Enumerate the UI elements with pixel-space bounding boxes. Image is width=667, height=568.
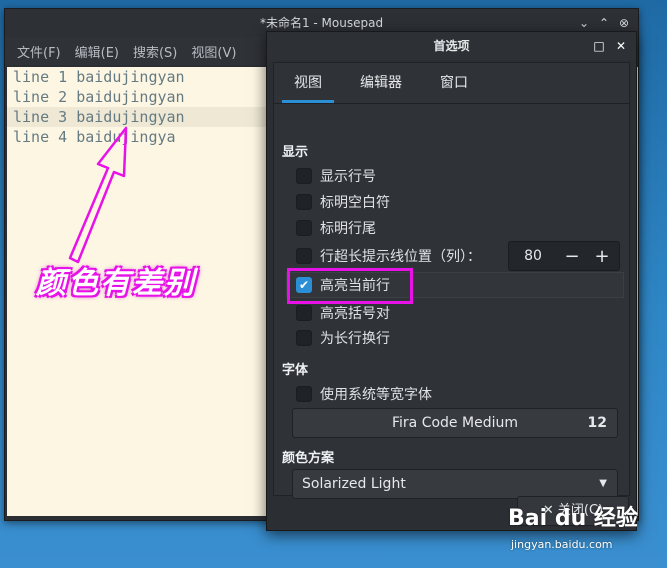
chevron-down-icon: ▼ [599, 478, 607, 489]
spinner-value[interactable]: 80 [509, 248, 557, 264]
menu-search[interactable]: 搜索(S) [133, 42, 177, 61]
option-word-wrap[interactable]: 为长行换行 [296, 327, 390, 349]
preferences-dialog: 首选项 □ ✕ 视图 编辑器 窗口 显示 显示行号 标明空白符 标明行尾 行超长… [266, 31, 637, 531]
baidu-jingyan-watermark: Bai du 经验 jingyan.baidu.com [508, 496, 658, 556]
selected-scheme: Solarized Light [302, 476, 406, 492]
font-size: 12 [587, 415, 607, 431]
option-label: 标明空白符 [320, 195, 390, 211]
option-label: 为长行换行 [320, 331, 390, 347]
annotation-text: 颜色有差别 [36, 266, 196, 301]
option-system-monospace[interactable]: 使用系统等宽字体 [296, 383, 432, 405]
option-label: 高亮括号对 [320, 306, 390, 322]
long-line-column-spinner[interactable]: 80 − + [508, 241, 620, 271]
menu-edit[interactable]: 编辑(E) [75, 42, 119, 61]
watermark-url: jingyan.baidu.com [511, 538, 613, 551]
option-show-line-numbers[interactable]: 显示行号 [296, 165, 376, 187]
option-long-line-margin[interactable]: 行超长提示线位置（列）： [296, 245, 481, 267]
option-show-whitespace[interactable]: 标明空白符 [296, 191, 390, 213]
font-name: Fira Code Medium [392, 415, 518, 431]
checkbox[interactable] [296, 194, 312, 210]
annotation-highlight-box [287, 268, 413, 304]
tab-view[interactable]: 视图 [282, 63, 334, 103]
menu-view[interactable]: 视图(V) [191, 42, 236, 61]
checkbox[interactable] [296, 330, 312, 346]
checkbox[interactable] [296, 305, 312, 321]
plus-icon[interactable]: + [587, 246, 617, 267]
option-label: 显示行号 [320, 169, 376, 185]
option-highlight-brackets[interactable]: 高亮括号对 [296, 302, 390, 324]
preferences-titlebar: 首选项 □ ✕ [267, 32, 636, 60]
section-color-scheme-title: 颜色方案 [282, 451, 335, 466]
checkbox[interactable] [296, 220, 312, 236]
option-show-line-endings[interactable]: 标明行尾 [296, 217, 376, 239]
color-scheme-select[interactable]: Solarized Light ▼ [292, 469, 618, 499]
maximize-icon[interactable]: □ [591, 32, 607, 60]
tab-divider [274, 103, 629, 104]
close-icon[interactable]: ✕ [613, 32, 629, 60]
tab-bar: 视图 编辑器 窗口 [274, 63, 629, 103]
option-label: 标明行尾 [320, 221, 376, 237]
tab-window[interactable]: 窗口 [428, 63, 480, 103]
preferences-body: 视图 编辑器 窗口 显示 显示行号 标明空白符 标明行尾 行超长提示线位置（列）… [273, 62, 630, 499]
option-label: 行超长提示线位置（列）： [320, 249, 481, 265]
font-chooser-button[interactable]: Fira Code Medium 12 [292, 408, 618, 438]
checkbox[interactable] [296, 168, 312, 184]
checkbox[interactable] [296, 248, 312, 264]
tab-editor[interactable]: 编辑器 [348, 63, 414, 103]
section-font-title: 字体 [282, 363, 309, 378]
dialog-title: 首选项 [433, 39, 470, 53]
section-display-title: 显示 [282, 145, 309, 160]
menu-file[interactable]: 文件(F) [17, 42, 61, 61]
checkbox[interactable] [296, 386, 312, 402]
option-label: 使用系统等宽字体 [320, 387, 432, 403]
watermark-logo: Bai du 经验 [508, 506, 638, 531]
minus-icon[interactable]: − [557, 246, 587, 267]
